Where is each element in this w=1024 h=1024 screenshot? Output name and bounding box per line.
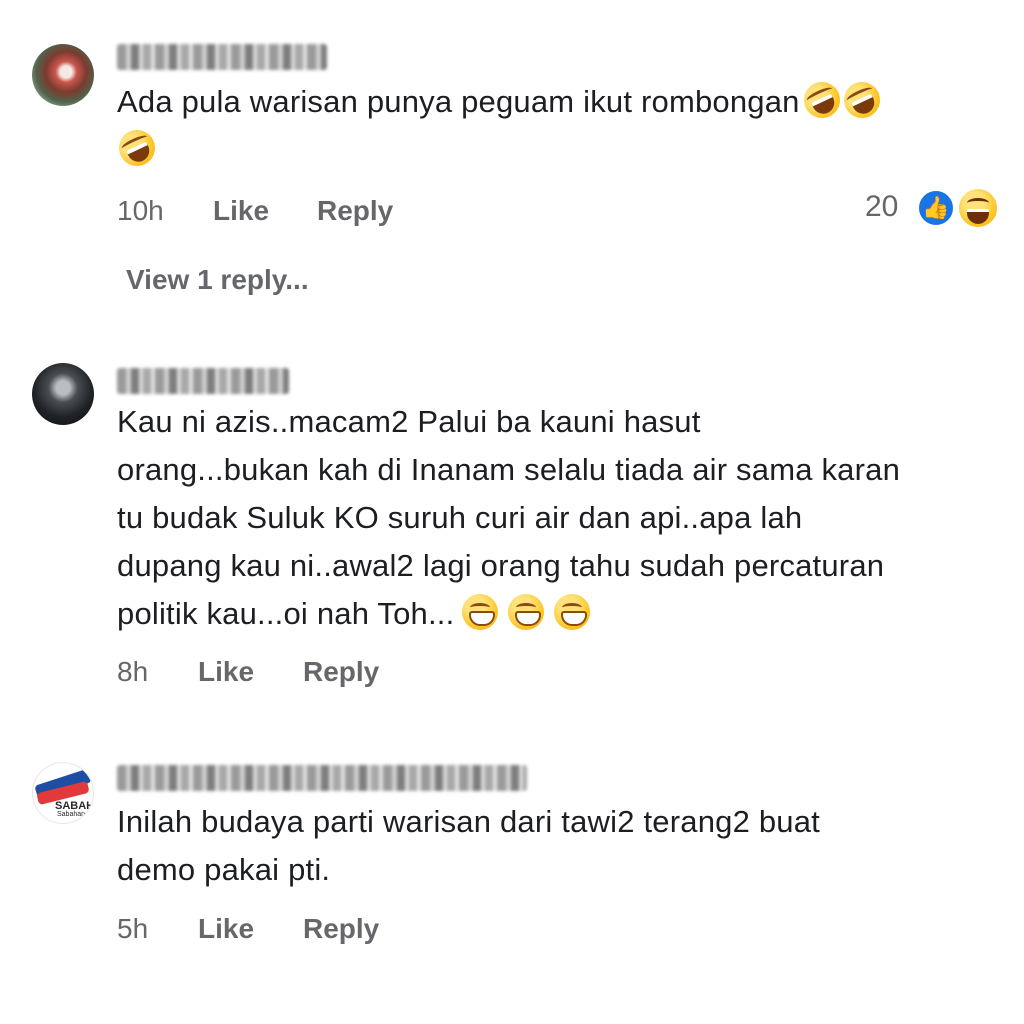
comment-text: Inilah budaya parti warisan dari tawi2 t… <box>117 798 997 894</box>
like-button[interactable]: Like <box>213 195 269 227</box>
timestamp: 5h <box>117 913 149 944</box>
commenter-name-blurred[interactable] <box>117 765 527 791</box>
comment-text: Kau ni azis..macam2 Palui ba kauni hasut… <box>117 398 997 638</box>
comment-text: Ada pula warisan punya peguam ikut rombo… <box>113 76 997 174</box>
comment-line: politik kau...oi nah Toh... <box>117 596 455 631</box>
comment-line: dupang kau ni..awal2 lagi orang tahu sud… <box>117 548 885 583</box>
comment-line-last: politik kau...oi nah Toh... <box>117 590 997 638</box>
comment-body: Ada pula warisan punya peguam ikut rombo… <box>117 84 800 119</box>
reaction-count[interactable]: 20 <box>865 190 898 224</box>
timestamp: 10h <box>117 195 164 226</box>
reply-button[interactable]: Reply <box>303 656 379 688</box>
grin-emoji-icon <box>462 594 499 630</box>
logo-sublabel: Sabahan <box>57 811 86 818</box>
like-reaction-icon[interactable]: 👍 <box>916 188 956 228</box>
logo-label: SABAH <box>55 800 94 812</box>
rofl-emoji-icon <box>837 76 886 124</box>
reply-button[interactable]: Reply <box>317 195 393 227</box>
timestamp: 8h <box>117 656 149 687</box>
commenter-name-blurred[interactable] <box>117 368 289 394</box>
comment-line: demo pakai pti. <box>117 852 331 887</box>
comment-line: tu budak Suluk KO suruh curi air dan api… <box>117 500 803 535</box>
comment-line: Kau ni azis..macam2 Palui ba kauni hasut <box>117 404 701 439</box>
commenter-name-blurred[interactable] <box>117 44 327 70</box>
like-button[interactable]: Like <box>198 656 254 688</box>
avatar[interactable]: SABAH Sabahan <box>32 762 94 824</box>
haha-reaction-icon[interactable] <box>956 186 1000 230</box>
rofl-emoji-icon <box>797 76 846 124</box>
comment-line: orang...bukan kah di Inanam selalu tiada… <box>117 452 901 487</box>
view-replies-link[interactable]: View 1 reply... <box>126 264 309 296</box>
reply-button[interactable]: Reply <box>303 913 379 945</box>
grin-emoji-icon <box>508 594 545 630</box>
like-button[interactable]: Like <box>198 913 254 945</box>
grin-emoji-icon <box>554 594 591 630</box>
comment-line: Inilah budaya parti warisan dari tawi2 t… <box>117 804 820 839</box>
sabah-logo: SABAH Sabahan <box>33 763 93 823</box>
avatar[interactable] <box>32 44 94 106</box>
avatar[interactable] <box>32 363 94 425</box>
rofl-emoji-icon <box>113 124 161 172</box>
